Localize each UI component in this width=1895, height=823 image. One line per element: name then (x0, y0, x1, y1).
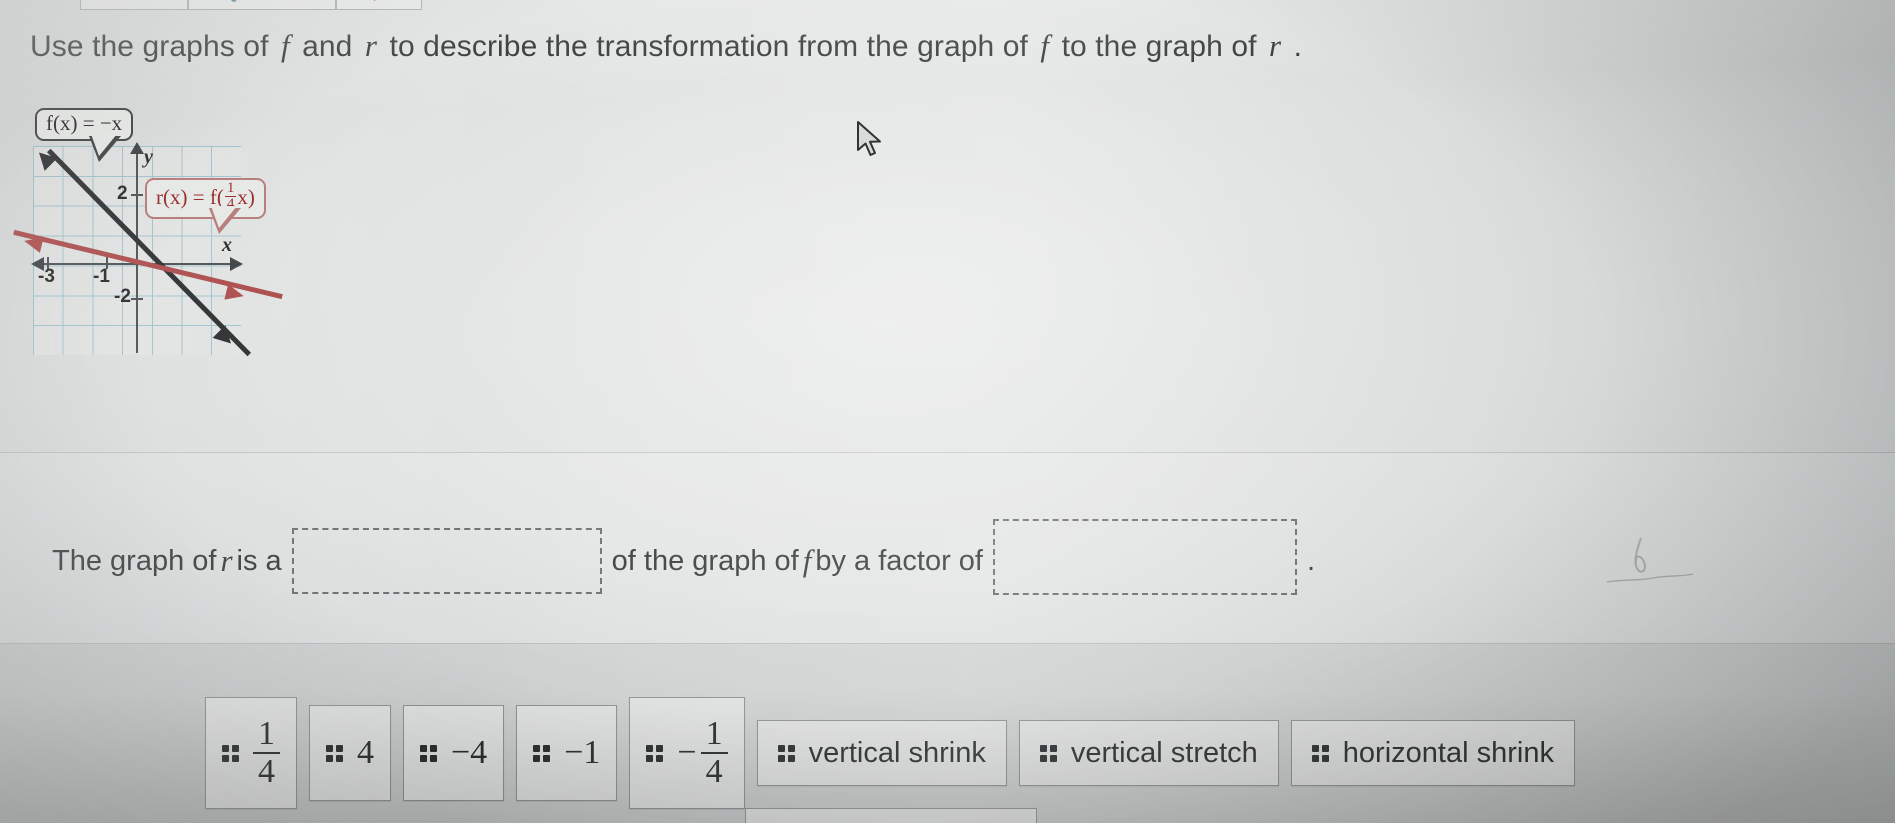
drag-handle-icon[interactable] (420, 744, 437, 762)
minus-sign-icon: − (677, 734, 697, 771)
prompt-part-1: Use the graphs of (30, 30, 269, 63)
prompt-part-3: to describe the transformation from the … (389, 30, 1028, 63)
y-axis (136, 148, 138, 353)
tile-row-below-cutoff[interactable] (745, 808, 1037, 823)
drag-handle-icon[interactable] (777, 744, 795, 762)
tile-vertical-stretch[interactable]: vertical stretch (1018, 720, 1279, 786)
tile-horizontal-shrink-label: horizontal shrink (1342, 736, 1554, 769)
callout-f-equation: f(x) = −x (35, 108, 134, 162)
listen-button[interactable]: 🔊 Listen (188, 0, 336, 10)
listen-button-label: Listen (254, 0, 294, 3)
tile-one-fourth-denominator: 4 (253, 752, 280, 790)
callout-r-tail-fill (211, 206, 237, 228)
prompt-part-2: and (302, 30, 353, 63)
callout-r-equation: r(x) = f( 1 4 x) (145, 178, 266, 234)
tile-one-fourth-value: 1 4 (253, 716, 280, 789)
tile-neg4[interactable]: −4 (403, 705, 505, 801)
tile-neg-one-fourth[interactable]: − 1 4 (629, 697, 745, 809)
answer-tiles: 1 4 4 −4 −1 − 1 4 vertical shrink vertic… (205, 697, 1575, 809)
tile-vertical-shrink[interactable]: vertical shrink (756, 720, 1007, 786)
tick-label-y-2: 2 (117, 183, 128, 204)
drag-handle-icon[interactable] (326, 744, 343, 762)
sentence-lead: The graph of (52, 544, 217, 577)
drag-handle-icon[interactable] (1311, 744, 1329, 762)
callout-f-tail-fill (91, 134, 117, 156)
pencil-scribble-artifact (1606, 537, 1694, 583)
tile-vertical-stretch-label: vertical stretch (1070, 736, 1258, 769)
sentence-period: . (1306, 544, 1316, 577)
page-seam-lower (0, 643, 1895, 644)
tile-4-value: 4 (357, 734, 374, 771)
tick-label-y-neg2: -2 (114, 286, 131, 307)
drag-handle-icon[interactable] (222, 744, 239, 762)
speaker-icon: 🔊 (230, 0, 247, 3)
drag-handle-icon[interactable] (533, 744, 551, 762)
prompt-var-r-1: r (364, 28, 378, 63)
callout-f-text: f(x) = −x (46, 111, 123, 135)
sentence-by-factor: by a factor of (815, 544, 983, 577)
callout-r-frac-numerator: 1 (226, 180, 235, 196)
drag-handle-icon[interactable] (646, 744, 664, 762)
tile-neg1-value: −1 (564, 734, 601, 771)
prompt-var-f-2: f (1040, 28, 1050, 63)
tick-label-x-neg1: -1 (93, 266, 110, 287)
tile-neg-one-fourth-denominator: 4 (700, 752, 728, 790)
x-axis-right-arrow-icon (230, 257, 243, 271)
sentence-var-r: r (220, 543, 233, 578)
answer-blank-factor[interactable] (992, 519, 1297, 595)
tile-horizontal-shrink[interactable]: horizontal shrink (1290, 720, 1575, 786)
tick-label-x-neg3: -3 (38, 266, 55, 287)
sentence-is-a: is a (236, 544, 282, 577)
answer-sentence: The graph of r is a of the graph of f by… (52, 519, 1316, 599)
tile-one-fourth-numerator: 1 (258, 715, 275, 753)
drag-handle-icon[interactable] (1039, 744, 1057, 762)
answer-blank-transformation[interactable] (291, 528, 602, 594)
play-button[interactable] (336, 0, 422, 10)
sentence-middle: of the graph of (611, 544, 799, 577)
worksheet-page: 🔊 Listen Use the graphs of f and r to de… (0, 0, 1895, 823)
y-axis-arrow-icon (130, 142, 144, 154)
tile-vertical-shrink-label: vertical shrink (808, 736, 986, 769)
tile-neg1[interactable]: −1 (516, 705, 618, 801)
prompt-var-f-1: f (280, 28, 290, 63)
tile-neg4-value: −4 (451, 734, 488, 771)
prompt-part-4: to the graph of (1061, 30, 1257, 63)
question-prompt: Use the graphs of f and r to describe th… (30, 28, 1530, 64)
tile-4[interactable]: 4 (309, 705, 391, 801)
tile-neg-one-fourth-value: − 1 4 (677, 715, 728, 790)
mouse-cursor-icon (857, 121, 881, 156)
menu-button[interactable] (80, 0, 188, 10)
tile-neg-one-fourth-numerator: 1 (705, 715, 723, 753)
prompt-var-r-2: r (1269, 28, 1282, 63)
top-toolbar: 🔊 Listen (80, 0, 422, 10)
sentence-var-f: f (802, 543, 812, 578)
tile-neg-one-fourth-fraction: 1 4 (700, 715, 728, 790)
prompt-period: . (1293, 30, 1303, 63)
callout-r-suffix: x) (237, 185, 255, 210)
play-icon (373, 0, 385, 1)
tick-mark-y-neg2 (131, 298, 143, 300)
tile-one-fourth[interactable]: 1 4 (205, 697, 297, 809)
tick-mark-y-2 (131, 194, 143, 196)
y-axis-label: y (144, 146, 153, 168)
x-axis-label: x (222, 234, 232, 256)
graph-figure: y x 2 -2 -3 -1 f(x) = −x r(x) = f( 1 4 x… (13, 108, 283, 357)
line-r-arrow-left-icon (22, 233, 44, 253)
page-seam-upper (0, 452, 1895, 453)
